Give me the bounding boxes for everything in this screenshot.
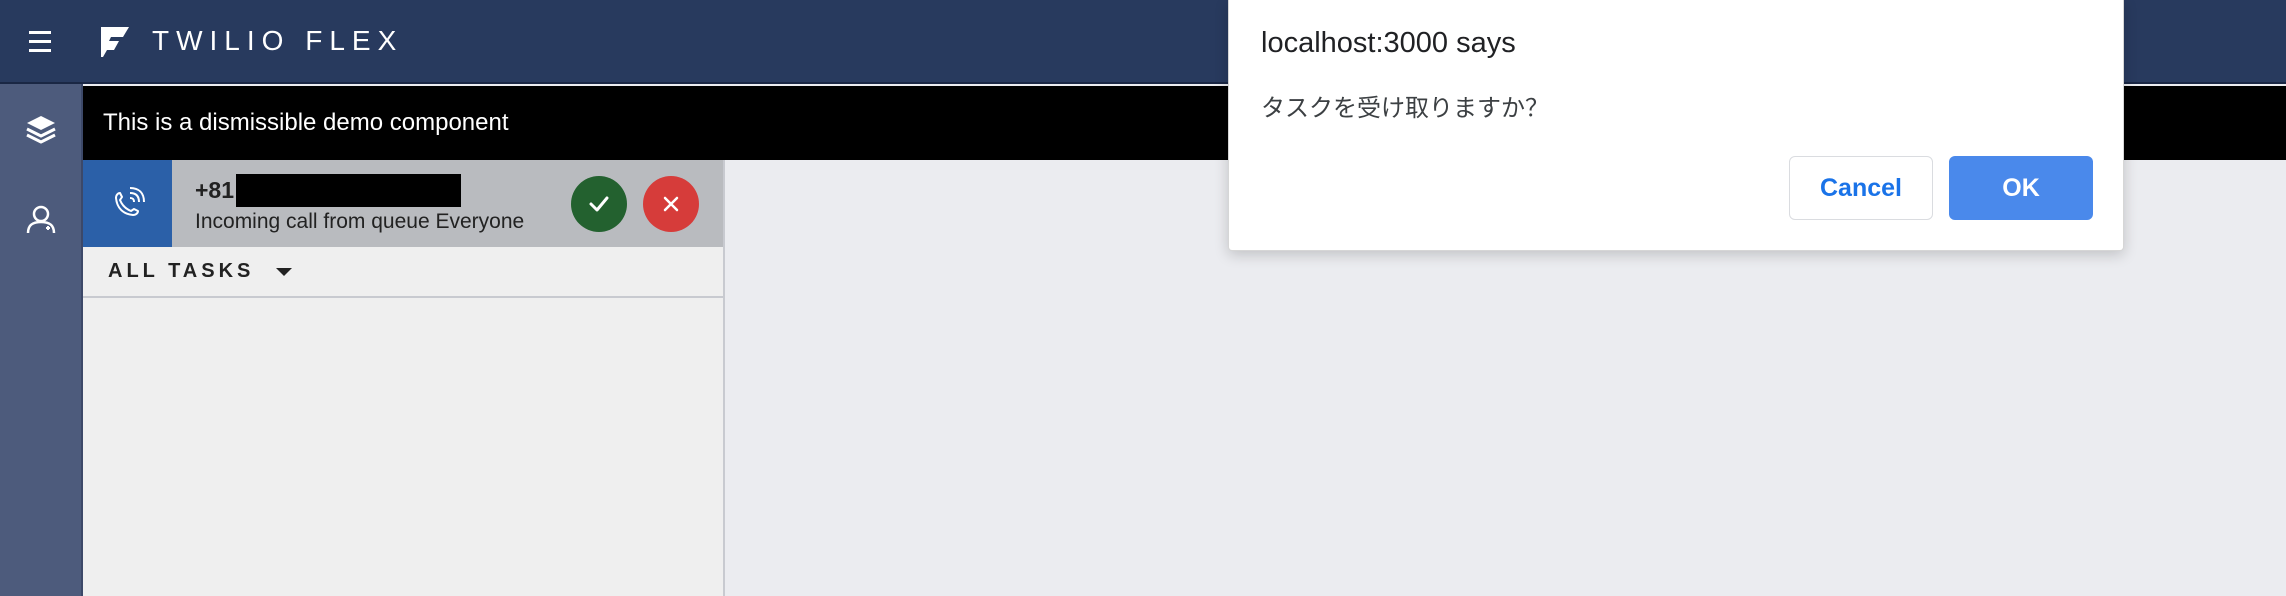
- caller-number: +81: [195, 173, 571, 207]
- dialog-message: タスクを受け取りますか？: [1261, 94, 1549, 122]
- ok-button[interactable]: OK: [1949, 156, 2093, 220]
- task-list-panel: +81 Incoming call from queue Everyone AL…: [83, 160, 725, 596]
- tasks-filter-label: ALL TASKS: [108, 260, 255, 282]
- checkmark-icon: [589, 196, 609, 211]
- task-info: +81 Incoming call from queue Everyone: [195, 173, 571, 234]
- banner-text: This is a dismissible demo component: [103, 109, 509, 136]
- nav-item-agents[interactable]: [0, 174, 81, 264]
- task-channel-icon-box: [83, 160, 172, 247]
- accept-task-button[interactable]: [571, 175, 627, 232]
- agents-icon: [26, 205, 55, 234]
- layers-icon: [25, 116, 56, 144]
- reject-task-button[interactable]: [643, 175, 699, 232]
- hamburger-menu-icon: [29, 28, 51, 55]
- nav-item-tasks[interactable]: [0, 84, 81, 174]
- caller-number-prefix: +81: [195, 176, 235, 203]
- side-nav: [0, 84, 83, 596]
- dialog-title: localhost:3000 says: [1261, 27, 1516, 59]
- app-title: TWILIO FLEX: [152, 25, 404, 56]
- tasks-filter-dropdown[interactable]: ALL TASKS: [83, 247, 723, 298]
- hamburger-menu-button[interactable]: [0, 0, 80, 83]
- task-card[interactable]: +81 Incoming call from queue Everyone: [83, 160, 723, 247]
- phone-ringing-icon: [114, 186, 145, 216]
- close-icon: [663, 196, 679, 211]
- redacted-number: [236, 173, 462, 207]
- brand: TWILIO FLEX: [98, 24, 403, 58]
- cancel-button[interactable]: Cancel: [1789, 156, 1933, 220]
- confirm-dialog: localhost:3000 says タスクを受け取りますか？ Cancel …: [1228, 0, 2124, 251]
- twilio-flex-logo: [101, 27, 129, 57]
- chevron-down-icon: [276, 267, 293, 276]
- task-subtitle: Incoming call from queue Everyone: [195, 209, 525, 233]
